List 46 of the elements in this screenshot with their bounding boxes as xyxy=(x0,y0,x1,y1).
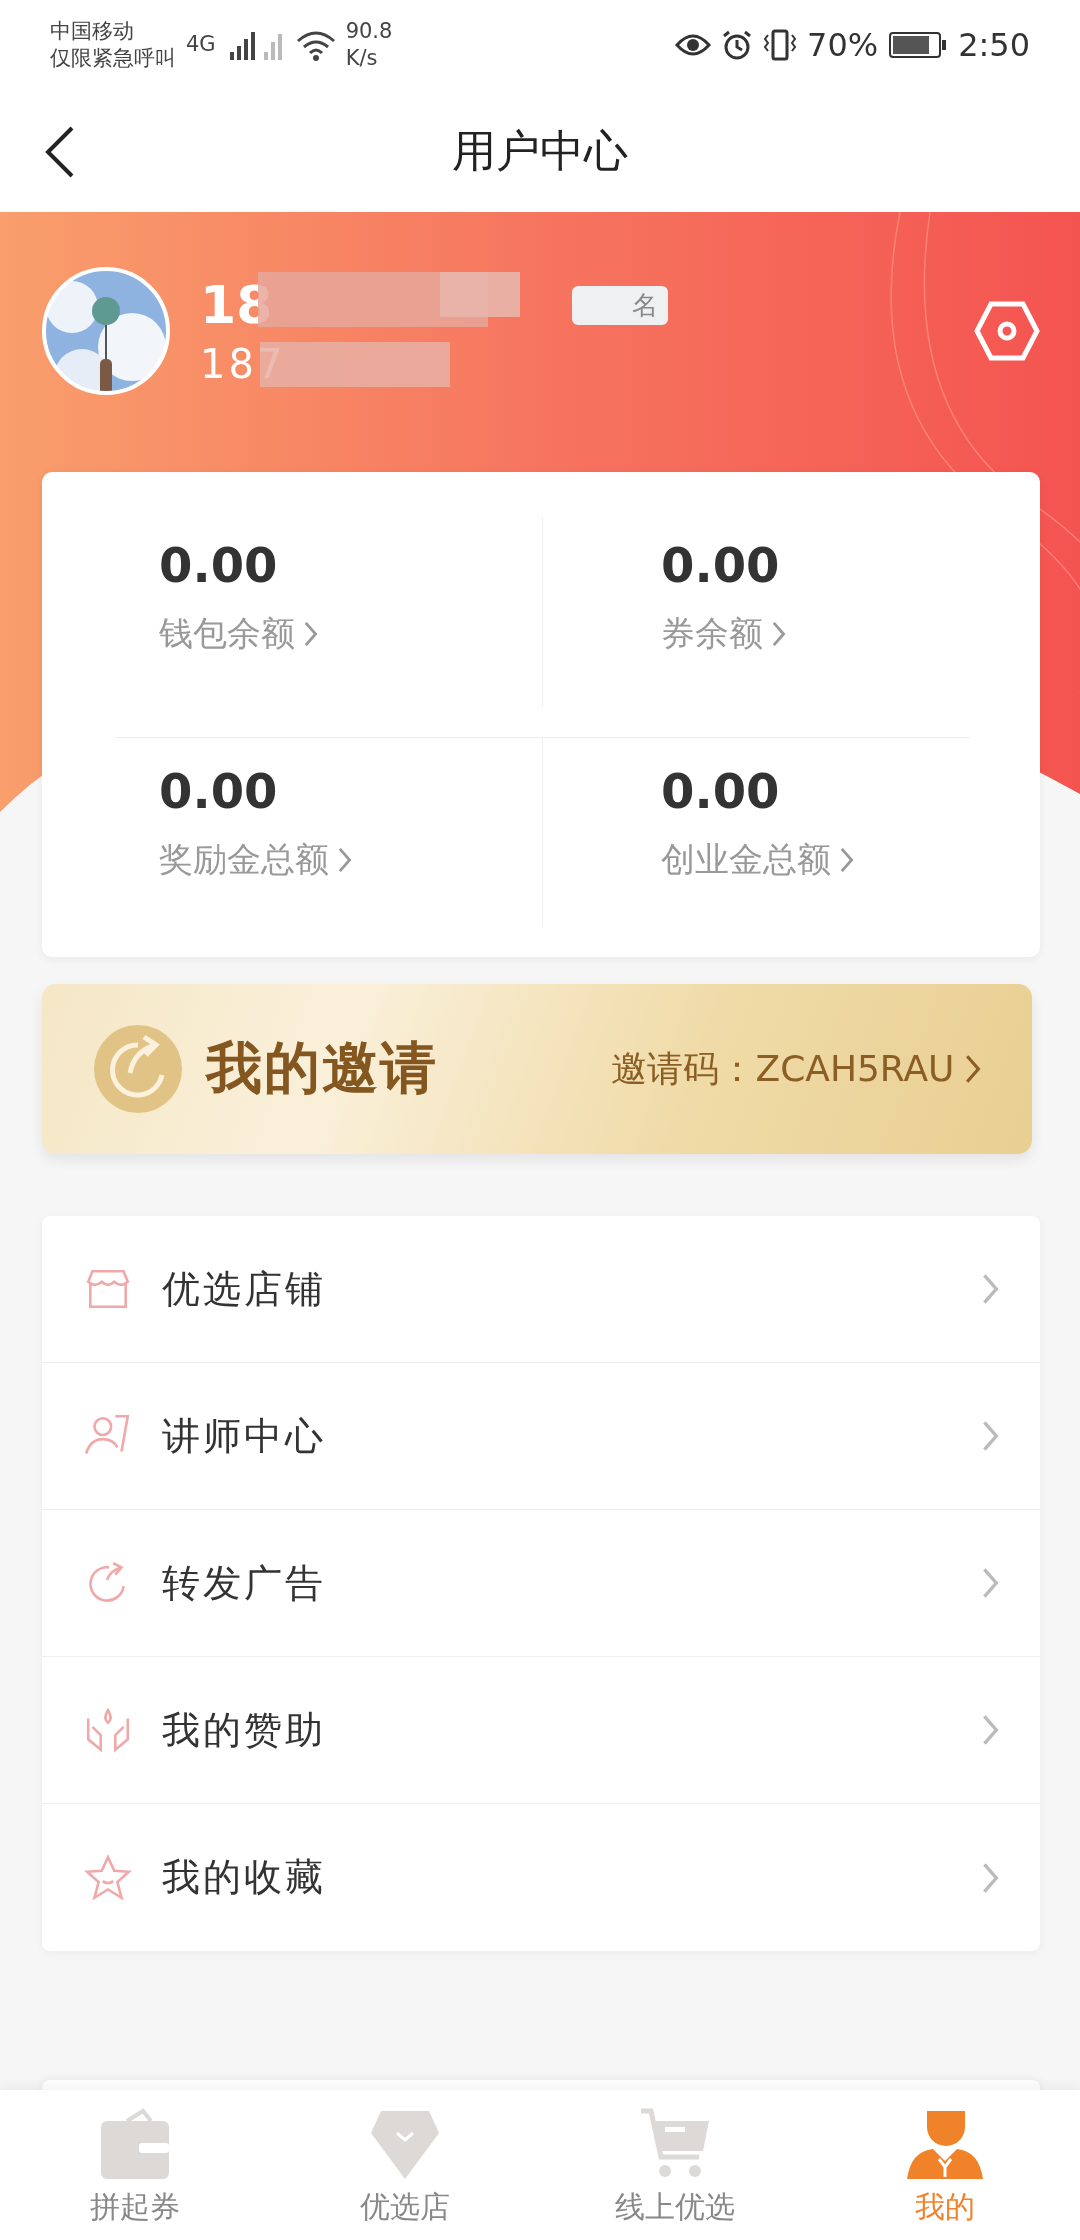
balance-link[interactable]: 创业金总额 xyxy=(661,837,970,883)
verified-badge: 名 xyxy=(572,285,669,325)
invite-banner[interactable]: 我的邀请 邀请码：ZCAH5RAU xyxy=(42,984,1032,1154)
menu-item[interactable]: 转发广告 xyxy=(42,1510,1040,1657)
tab[interactable]: 我的 xyxy=(810,2090,1080,2240)
speed-value: 90.8 xyxy=(345,17,393,45)
speed-unit: K/s xyxy=(345,45,379,72)
balance-value: 0.00 xyxy=(159,537,279,593)
vibrate-icon xyxy=(763,29,797,61)
page-title: 用户中心 xyxy=(452,123,628,178)
settings-icon[interactable] xyxy=(974,301,1040,361)
user-name: 18 xyxy=(200,275,273,335)
menu-item[interactable]: 讲师中心 xyxy=(42,1363,1040,1510)
wifi-icon xyxy=(295,29,336,61)
network-type: 4G xyxy=(186,31,216,59)
balance-link[interactable]: 券余额 xyxy=(661,611,970,657)
chevron-icon xyxy=(981,1713,1000,1747)
chevron-icon xyxy=(303,620,319,648)
share-icon xyxy=(92,1023,184,1115)
balance-value: 0.00 xyxy=(661,763,781,819)
carrier-note: 仅限紧急呼叫 xyxy=(50,45,176,72)
battery-percent: 70% xyxy=(807,26,879,64)
balance-value: 0.00 xyxy=(159,763,279,819)
chevron-icon xyxy=(981,1419,1000,1453)
carrier-text: 中国移动 xyxy=(50,17,135,45)
chevron-icon xyxy=(981,1272,1000,1306)
invite-code: 邀请码：ZCAH5RAU xyxy=(611,1044,982,1094)
tab[interactable]: 拼起券 xyxy=(0,2090,270,2240)
tab[interactable]: 线上优选 xyxy=(540,2090,810,2240)
menu-item[interactable]: 优选店铺 xyxy=(42,1216,1040,1363)
tab[interactable]: 优选店 xyxy=(270,2090,540,2240)
balance-link[interactable]: 钱包余额 xyxy=(159,611,542,657)
chevron-icon xyxy=(964,1053,982,1085)
menu-item[interactable]: 我的赞助 xyxy=(42,1657,1040,1804)
chevron-icon xyxy=(771,620,787,648)
balance-value: 0.00 xyxy=(661,537,781,593)
chevron-icon xyxy=(981,1566,1000,1600)
chevron-icon xyxy=(981,1860,1000,1895)
balance-link[interactable]: 奖励金总额 xyxy=(159,837,542,883)
clock: 2:50 xyxy=(958,26,1030,64)
invite-title: 我的邀请 xyxy=(206,1034,439,1102)
chevron-icon xyxy=(839,846,855,874)
alarm-icon xyxy=(721,29,753,61)
battery-icon xyxy=(888,31,949,59)
menu-item[interactable]: 我的收藏 xyxy=(42,1804,1040,1951)
chevron-icon xyxy=(337,846,353,874)
